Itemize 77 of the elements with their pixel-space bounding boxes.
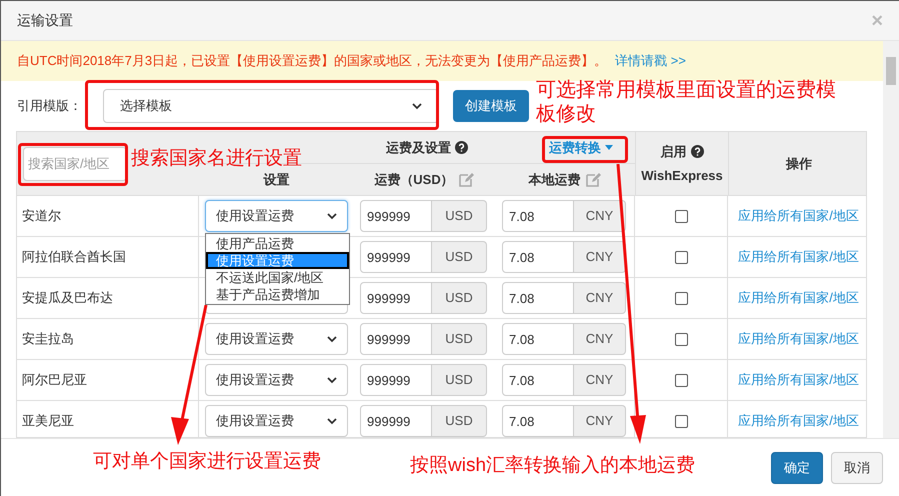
country-name: 阿尔巴尼亚 [22,371,87,390]
apply-all-link[interactable]: 应用给所有国家/地区 [738,206,859,226]
help-icon [690,145,704,158]
local-fee-field[interactable]: 7.08 [502,282,574,314]
country-name: 安圭拉岛 [22,330,74,348]
dropdown-option[interactable]: 不运送此国家/地区 [206,269,349,286]
cny-unit: CNY [574,364,626,396]
setting-select[interactable]: 使用设置运费 [205,364,348,396]
country-search-field[interactable]: 搜索国家/地区 [23,146,127,180]
setting-select[interactable]: 使用设置运费 [205,200,348,232]
local-fee-field[interactable]: 7.08 [502,405,574,437]
dropdown-option[interactable]: 基于产品运费增加 [206,286,349,303]
wishexpress-checkbox[interactable] [674,292,688,304]
enable-heading: 启用 [660,143,686,161]
action-heading: 操作 [786,154,812,173]
chevron-down-icon [327,376,337,384]
setting-select[interactable]: 使用设置运费 [205,323,348,355]
confirm-button[interactable]: 确定 [771,452,823,484]
cny-unit: CNY [574,323,626,355]
usd-fee-field[interactable]: 999999 [360,200,432,232]
wishexpress-checkbox[interactable] [674,332,688,346]
wishexpress-checkbox[interactable] [674,210,688,222]
cny-unit: CNY [574,200,626,232]
usd-fee-field[interactable]: 999999 [360,241,432,273]
create-template-button[interactable]: 创建模板 [453,90,529,122]
wishexpress-checkbox[interactable] [674,250,688,264]
apply-all-link[interactable]: 应用给所有国家/地区 [738,370,859,390]
group-heading: 运费及设置 [386,138,451,157]
usd-unit: USD [432,241,487,273]
cny-unit: CNY [574,405,626,437]
usd-fee-field[interactable]: 999999 [360,405,432,437]
caret-icon [605,145,613,150]
usd-fee-field[interactable]: 999999 [360,364,432,396]
scrollbar[interactable] [883,41,899,438]
chevron-down-icon [327,212,337,220]
setting-select[interactable]: 使用设置运费 [205,405,348,437]
annotation-text: 可选择常用模板里面设置的运费模板修改 [536,78,837,126]
annotation-text: 按照wish汇率转换输入的本地运费 [410,454,696,478]
usd-unit: USD [432,323,487,355]
cny-unit: CNY [574,241,626,273]
chevron-down-icon [327,336,337,342]
annotation-text: 搜索国家名进行设置 [131,147,302,171]
usd-unit: USD [432,364,487,396]
window-title: 运输设置 [17,11,73,30]
usd-unit: USD [432,405,487,437]
local-fee-field[interactable]: 7.08 [502,241,574,273]
country-name: 阿拉伯联合酋长国 [22,248,126,266]
local-fee-field[interactable]: 7.08 [502,200,574,232]
local-fee-field[interactable]: 7.08 [502,323,574,355]
usd-fee-field[interactable]: 999999 [360,323,432,355]
usd-unit: USD [432,200,487,232]
template-select[interactable]: 选择模板 [103,89,439,123]
notice-text: 自UTC时间2018年7月3日起，已设置【使用设置运费】的国家或地区，无法变更为【使用产品运费】。 [17,52,608,70]
local-fee-field[interactable]: 7.08 [502,364,574,396]
wishexpress-checkbox[interactable] [674,374,688,386]
annotation-text: 可对单个国家进行设置运费 [93,450,321,474]
wishexpress-checkbox[interactable] [674,414,688,428]
usd-heading: 运费（USD） [374,170,454,189]
setting-heading: 设置 [262,170,290,189]
wishexpress-heading: WishExpress [641,166,723,185]
apply-all-link[interactable]: 应用给所有国家/地区 [738,411,859,431]
template-label: 引用模版： [17,97,83,116]
chevron-down-icon [327,418,337,424]
country-name: 安提瓜及巴布达 [22,289,113,308]
apply-all-link[interactable]: 应用给所有国家/地区 [738,247,859,267]
local-heading: 本地运费 [528,170,580,189]
country-name: 安道尔 [22,207,61,226]
apply-all-link[interactable]: 应用给所有国家/地区 [738,329,859,349]
dropdown-option[interactable]: 使用产品运费 [206,235,349,252]
help-icon [455,141,468,154]
usd-unit: USD [432,282,487,314]
country-name: 亚美尼亚 [22,412,74,430]
chevron-down-icon [412,102,422,110]
usd-fee-field[interactable]: 999999 [360,282,432,314]
cny-unit: CNY [574,282,626,314]
apply-all-link[interactable]: 应用给所有国家/地区 [738,288,859,308]
cancel-button[interactable]: 取消 [831,452,883,484]
